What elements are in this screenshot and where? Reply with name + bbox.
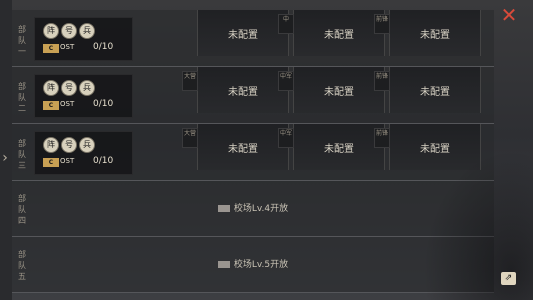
- expand-arrow-icon[interactable]: ›: [0, 148, 10, 168]
- unlock-requirement: 校场Lv.4开放: [12, 201, 494, 214]
- troop-row-3: 部 队 三 阵 号 兵 C OST 0/10 大营 未配置 中军 未配置 前锋 …: [12, 124, 494, 181]
- soldier-badge[interactable]: 兵: [79, 80, 95, 96]
- general-slot[interactable]: 前锋 未配置: [374, 67, 481, 113]
- close-icon[interactable]: ✕: [500, 5, 518, 25]
- banner-badge[interactable]: 号: [61, 137, 77, 153]
- cost-label: OST: [60, 157, 75, 165]
- unlock-text: 校场Lv.4开放: [233, 204, 289, 214]
- slot-label: 未配置: [324, 144, 354, 155]
- slot-position-tag: 前锋: [374, 71, 390, 91]
- general-slot[interactable]: 前锋 未配置: [374, 10, 481, 56]
- share-icon[interactable]: ⇗: [501, 272, 516, 285]
- slot-label: 未配置: [420, 87, 450, 98]
- slot-position-tag: 前锋: [374, 14, 390, 34]
- slot-position-tag: 前锋: [374, 128, 390, 148]
- formation-badge[interactable]: 阵: [43, 137, 59, 153]
- lineup-box[interactable]: 阵 号 兵 C OST 0/10: [34, 17, 133, 61]
- general-slot[interactable]: 大营 未配置: [182, 124, 289, 170]
- lock-icon: [217, 205, 230, 212]
- lineup-box[interactable]: 阵 号 兵 C OST 0/10: [34, 131, 133, 175]
- troop-row-1: 部 队 一 阵 号 兵 C OST 0/10 未配置 中 未配置 前锋 未配置: [12, 10, 494, 67]
- banner-badge[interactable]: 号: [61, 23, 77, 39]
- troop-title: 部 队 三: [18, 139, 26, 170]
- soldier-badge[interactable]: 兵: [79, 23, 95, 39]
- troop-panel: 部 队 一 阵 号 兵 C OST 0/10 未配置 中 未配置 前锋 未配置 …: [12, 10, 494, 293]
- lock-icon: [217, 261, 230, 268]
- cost-label: OST: [60, 43, 75, 51]
- slot-position-tag: 中: [278, 14, 294, 34]
- troop-row-5-locked: 部 队 五 校场Lv.5开放: [12, 237, 494, 293]
- general-slot[interactable]: 中 未配置: [278, 10, 385, 56]
- cost-icon: C: [43, 44, 59, 53]
- general-slot[interactable]: 大营 未配置: [182, 67, 289, 113]
- cost-icon: C: [43, 158, 59, 167]
- formation-badge[interactable]: 阵: [43, 80, 59, 96]
- banner-badge[interactable]: 号: [61, 80, 77, 96]
- lineup-box[interactable]: 阵 号 兵 C OST 0/10: [34, 74, 133, 118]
- cost-value: 0/10: [93, 99, 114, 109]
- background-mist: [423, 150, 533, 300]
- slot-label: 未配置: [228, 87, 258, 98]
- troop-row-2: 部 队 二 阵 号 兵 C OST 0/10 大营 未配置 中军 未配置 前锋 …: [12, 67, 494, 124]
- slot-label: 未配置: [228, 144, 258, 155]
- slot-label: 未配置: [324, 30, 354, 41]
- slot-label: 未配置: [420, 30, 450, 41]
- slot-position-tag: 中军: [278, 128, 294, 148]
- soldier-badge[interactable]: 兵: [79, 137, 95, 153]
- slot-position-tag: 中军: [278, 71, 294, 91]
- troop-title: 部 队 二: [18, 82, 26, 113]
- general-slot[interactable]: 未配置: [197, 10, 289, 56]
- cost-value: 0/10: [93, 42, 114, 52]
- troop-row-4-locked: 部 队 四 校场Lv.4开放: [12, 181, 494, 237]
- formation-badge[interactable]: 阵: [43, 23, 59, 39]
- unlock-requirement: 校场Lv.5开放: [12, 257, 494, 270]
- cost-value: 0/10: [93, 156, 114, 166]
- general-slot[interactable]: 中军 未配置: [278, 67, 385, 113]
- unlock-text: 校场Lv.5开放: [233, 260, 289, 270]
- general-slot[interactable]: 中军 未配置: [278, 124, 385, 170]
- slot-position-tag: 大营: [182, 128, 198, 148]
- troop-title: 部 队 一: [18, 25, 26, 56]
- slot-position-tag: 大营: [182, 71, 198, 91]
- cost-label: OST: [60, 100, 75, 108]
- slot-label: 未配置: [324, 87, 354, 98]
- slot-label: 未配置: [228, 30, 258, 41]
- cost-icon: C: [43, 101, 59, 110]
